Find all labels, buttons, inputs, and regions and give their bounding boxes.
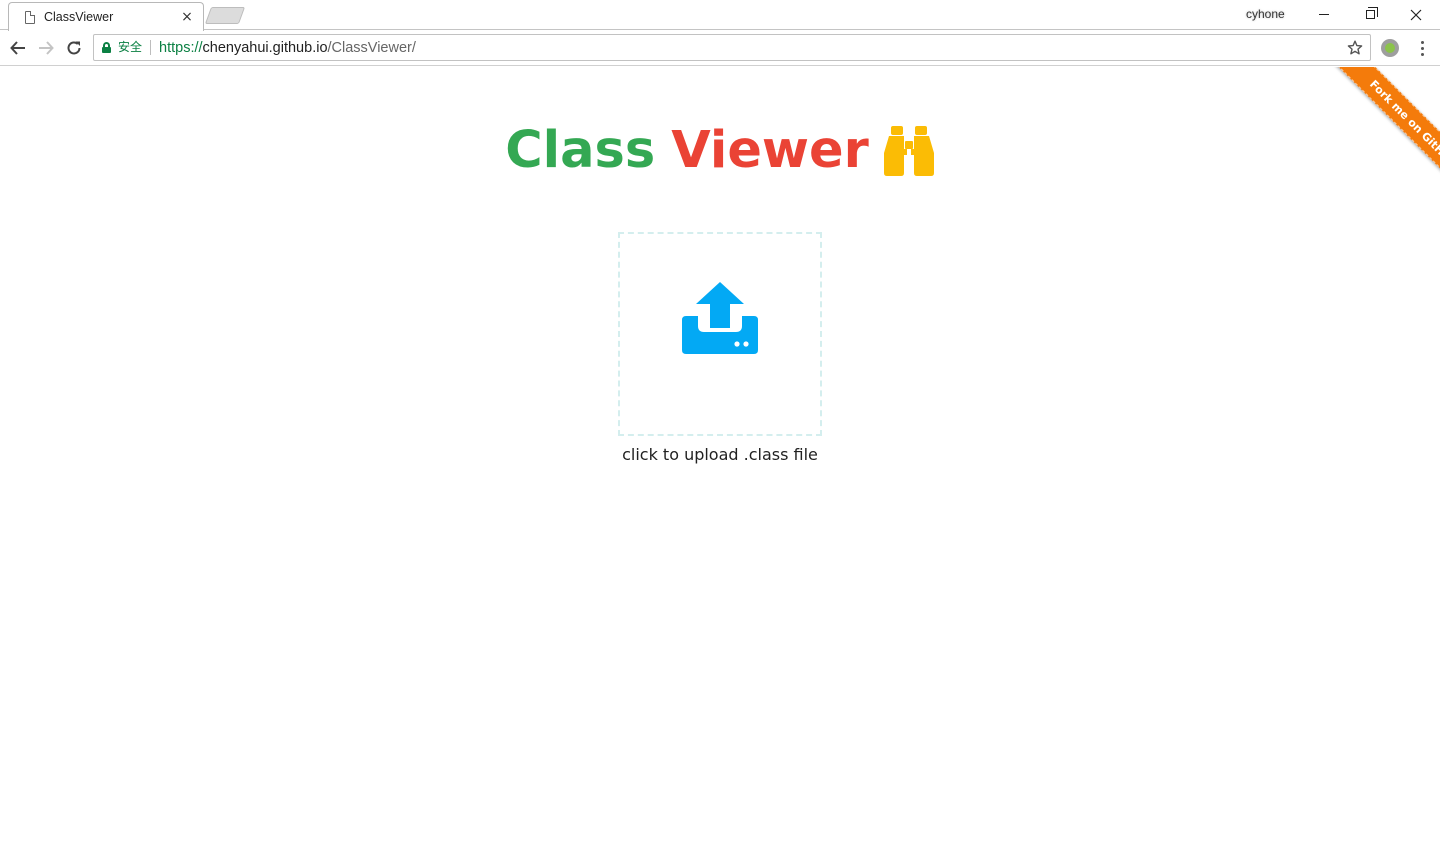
arrow-left-icon	[10, 41, 25, 55]
upload-icon	[682, 282, 758, 354]
restore-button[interactable]	[1347, 0, 1393, 29]
browser-titlebar: ClassViewer × cyhone	[0, 0, 1440, 31]
forward-button[interactable]	[35, 37, 57, 59]
page-title: Class Viewer	[0, 119, 1440, 183]
title-viewer: Viewer	[671, 121, 869, 180]
minimize-button[interactable]	[1301, 0, 1347, 29]
page-icon	[25, 10, 35, 24]
browser-tab[interactable]: ClassViewer ×	[8, 2, 204, 31]
star-icon	[1347, 40, 1363, 55]
arrow-right-icon	[39, 41, 54, 55]
binoculars-icon	[883, 126, 934, 176]
restore-icon	[1365, 7, 1378, 19]
kebab-menu-icon[interactable]	[1413, 38, 1431, 58]
new-tab-button[interactable]	[204, 7, 246, 24]
title-class: Class	[505, 121, 656, 180]
close-icon	[1410, 9, 1422, 20]
back-button[interactable]	[7, 37, 29, 59]
tab-title: ClassViewer	[44, 10, 114, 24]
lock-icon[interactable]	[102, 42, 111, 53]
page-viewport: Fork me on GitHub Class Viewer click to …	[0, 67, 1440, 861]
reload-icon	[67, 41, 81, 55]
close-window-button[interactable]	[1393, 0, 1439, 29]
url-scheme: https://	[159, 39, 203, 56]
secure-label[interactable]: 安全	[118, 40, 152, 55]
address-bar[interactable]: 安全 https://chenyahui.github.io/ClassView…	[93, 34, 1371, 61]
browser-toolbar: 安全 https://chenyahui.github.io/ClassView…	[0, 30, 1440, 66]
url-path: /ClassViewer/	[327, 39, 416, 56]
upload-caption[interactable]: click to upload .class file	[0, 445, 1440, 464]
url-host: chenyahui.github.io	[202, 39, 328, 56]
tab-close-icon[interactable]: ×	[177, 7, 197, 27]
minimize-icon	[1319, 14, 1329, 15]
upload-dropzone[interactable]	[618, 232, 822, 436]
profile-name[interactable]: cyhone	[1246, 7, 1285, 21]
reload-button[interactable]	[63, 37, 85, 59]
bookmark-button[interactable]	[1346, 39, 1364, 57]
url-text[interactable]: https://chenyahui.github.io/ClassViewer/	[159, 40, 416, 56]
extension-icon[interactable]	[1381, 39, 1399, 57]
